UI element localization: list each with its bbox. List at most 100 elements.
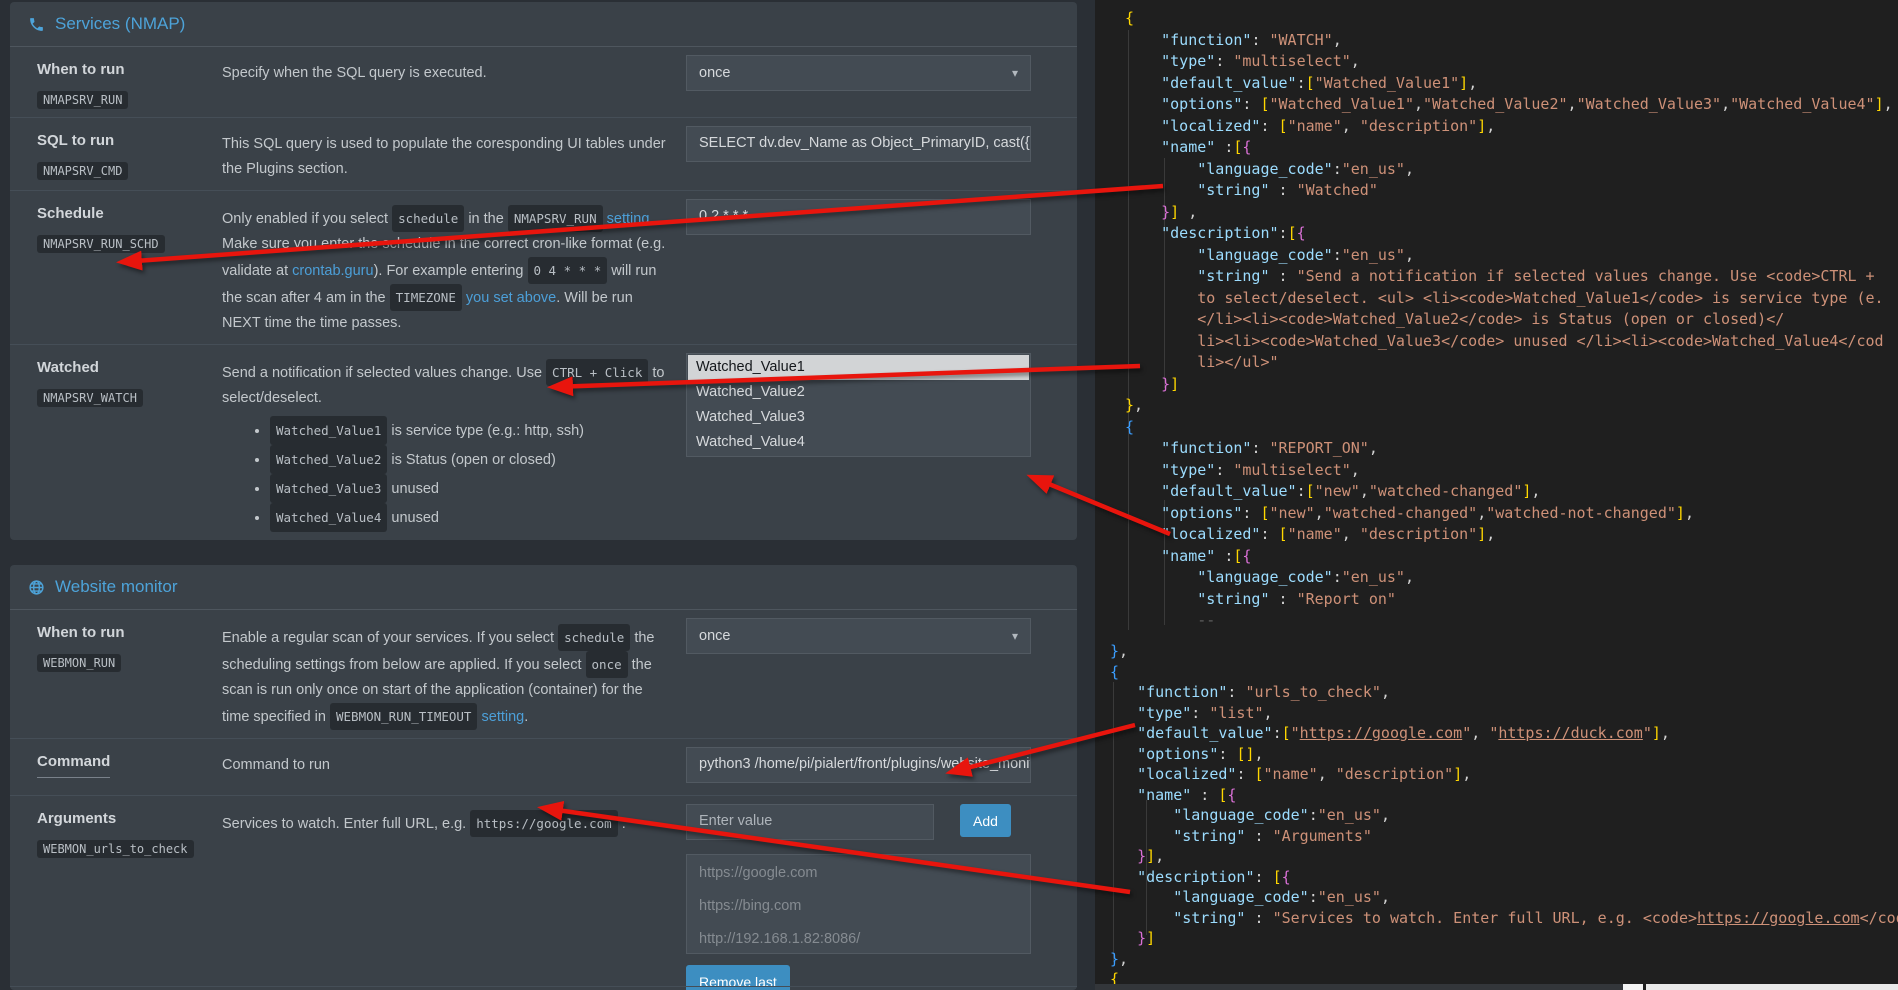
row-label: Watched [37, 359, 99, 376]
code-line: }], [1110, 846, 1898, 867]
code-line: "description":[{ [1125, 223, 1898, 245]
row-label-cell: SQL to run NMAPSRV_CMD [37, 126, 222, 180]
setting-key-chip: NMAPSRV_CMD [37, 162, 128, 180]
code-line: "localized": ["name", "description"], [1110, 764, 1898, 785]
row-control: python3 /home/pi/pialert/front/plugins/w… [686, 747, 1031, 783]
setting-value-input[interactable]: SELECT dv.dev_Name as Object_PrimaryID, … [686, 126, 1031, 162]
code-line: }, [1110, 949, 1898, 970]
when-to-run-select[interactable]: once▾ [686, 618, 1031, 654]
row-label-cell: Watched NMAPSRV_WATCH [37, 353, 222, 407]
url-list-item: https://google.com [699, 857, 1018, 890]
code-line: "string" : "Arguments" [1110, 826, 1898, 847]
code-line: "language_code":"en_us", [1110, 887, 1898, 908]
code-line: "type": "multiselect", [1125, 460, 1898, 482]
row-label: When to run [37, 61, 124, 78]
card-services-header: Services (NMAP) [10, 2, 1077, 47]
bullet-item: Watched_Value2 is Status (open or closed… [270, 445, 666, 474]
when-to-run-select[interactable]: once ▾ [686, 55, 1031, 91]
row-description: Enable a regular scan of your services. … [222, 618, 686, 730]
row-description: Services to watch. Enter full URL, e.g. … [222, 804, 686, 837]
inline-code-chip: once [586, 651, 628, 678]
code-line: "options": [], [1110, 744, 1898, 765]
setting-key-chip: WEBMON_urls_to_check [37, 840, 194, 858]
inline-code-chip: Watched_Value3 [270, 474, 387, 503]
code-line: </li><li><code>Watched_Value2</code> is … [1125, 309, 1898, 331]
settings-row: When to run WEBMON_RUN Enable a regular sc… [10, 610, 1077, 738]
horizontal-scrollbar[interactable] [1646, 984, 1898, 990]
setting-key-chip: WEBMON_RUN [37, 654, 121, 672]
settings-row: SQL to run NMAPSRV_CMD This SQL query is u… [10, 117, 1077, 190]
url-list-item: http://192.168.1.82:8086/ [699, 923, 1018, 954]
row-label: Command [37, 753, 110, 778]
inline-code-chip: Watched_Value2 [270, 445, 387, 474]
list-value-input[interactable]: Enter value [686, 804, 934, 840]
code-line: to select/deselect. <ul> <li><code>Watch… [1125, 288, 1898, 310]
select-value: once [699, 57, 730, 90]
code-line: "name" :[{ [1125, 546, 1898, 568]
row-description: Only enabled if you select schedule in t… [222, 199, 686, 336]
row-label: SQL to run [37, 132, 114, 149]
add-button[interactable]: Add [960, 804, 1011, 837]
code-line: }] [1125, 374, 1898, 396]
setting-value-input[interactable]: python3 /home/pi/pialert/front/plugins/w… [686, 747, 1031, 783]
settings-row: When to runNMAPSRV_RUNSpecify when the S… [10, 47, 1077, 117]
row-label: Arguments [37, 810, 116, 827]
code-line: "description": [{ [1110, 867, 1898, 888]
select-value: once [699, 620, 730, 653]
code-line: "language_code":"en_us", [1110, 805, 1898, 826]
code-line: "name" :[{ [1125, 137, 1898, 159]
code-line: "function": "WATCH", [1125, 30, 1898, 52]
description-link[interactable]: you set above [466, 290, 556, 306]
url-list-box[interactable]: https://google.comhttps://bing.comhttp:/… [686, 854, 1031, 954]
description-link[interactable]: crontab.guru [292, 263, 373, 279]
description-link[interactable]: setting [482, 709, 525, 725]
multiselect-option[interactable]: Watched_Value4 [688, 430, 1029, 455]
row-control: Watched_Value1Watched_Value2Watched_Valu… [686, 353, 1031, 457]
code-line: }] [1110, 928, 1898, 949]
multiselect-option[interactable]: Watched_Value2 [688, 380, 1029, 405]
row-control: once ▾ [686, 55, 1031, 91]
settings-row: ScheduleNMAPSRV_RUN_SCHDOnly enabled if … [10, 190, 1077, 344]
row-description: Specify when the SQL query is executed. [222, 55, 686, 86]
code-editor[interactable]: { "function": "WATCH", "type": "multisel… [1095, 0, 1898, 990]
bullet-item: Watched_Value3 unused [270, 474, 666, 503]
multiselect[interactable]: Watched_Value1Watched_Value2Watched_Valu… [686, 353, 1031, 457]
row-description: This SQL query is used to populate the c… [222, 126, 686, 182]
url-list-item: https://bing.com [699, 890, 1018, 923]
code-line: "string" : "Watched" [1125, 180, 1898, 202]
chevron-down-icon: ▾ [1012, 57, 1018, 90]
settings-row: CommandCommand to runpython3 /home/pi/pi… [10, 738, 1077, 795]
row-control: SELECT dv.dev_Name as Object_PrimaryID, … [686, 126, 1031, 162]
card-website-header: Website monitor [10, 565, 1077, 610]
code-line: "name" : [{ [1110, 785, 1898, 806]
row-label-cell: ScheduleNMAPSRV_RUN_SCHD [37, 199, 222, 253]
code-line: "default_value":["Watched_Value1"], [1125, 73, 1898, 95]
setting-key-chip: NMAPSRV_WATCH [37, 389, 143, 407]
description-bullet-list: Watched_Value1 is service type (e.g.: ht… [222, 416, 666, 532]
code-line: { [1125, 417, 1898, 439]
inline-code-chip: WEBMON_RUN_TIMEOUT [330, 703, 477, 730]
code-line: { [1125, 8, 1898, 30]
multiselect-option[interactable]: Watched_Value3 [688, 405, 1029, 430]
row-label-cell: Arguments WEBMON_urls_to_check [37, 804, 222, 858]
description-link[interactable]: setting [607, 211, 650, 227]
row-description: Send a notification if selected values c… [222, 353, 686, 532]
code-line: "type": "list", [1110, 703, 1898, 724]
inline-code-chip: Watched_Value1 [270, 416, 387, 445]
code-line: { [1110, 662, 1898, 683]
row-label: When to run [37, 624, 124, 641]
settings-row: Arguments WEBMON_urls_to_check Services to… [10, 795, 1077, 990]
code-line: "localized": ["name", "description"], [1125, 116, 1898, 138]
row-label: Schedule [37, 205, 104, 222]
code-line: "type": "multiselect", [1125, 51, 1898, 73]
multiselect-option[interactable]: Watched_Value1 [688, 355, 1029, 380]
code-line: }, [1110, 641, 1898, 662]
inline-code-chip: Watched_Value4 [270, 503, 387, 532]
settings-row: Watched NMAPSRV_WATCH Send a notification … [10, 344, 1077, 540]
horizontal-scrollbar-thumb[interactable] [1623, 984, 1643, 990]
code-line: "function": "urls_to_check", [1110, 682, 1898, 703]
globe-icon [28, 579, 45, 596]
row-control: once▾ [686, 618, 1031, 654]
inline-code-chip: schedule [558, 624, 630, 651]
setting-value-input[interactable]: 0 2 * * * [686, 199, 1031, 235]
